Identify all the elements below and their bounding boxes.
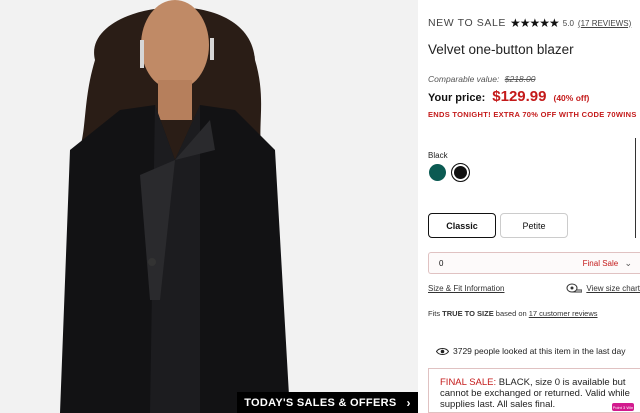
sales-offers-bar[interactable]: TODAY'S SALES & OFFERS › <box>237 392 418 413</box>
comparable-label: Comparable value: <box>428 74 500 84</box>
fit-petite-button[interactable]: Petite <box>500 213 568 238</box>
chat-badge[interactable]: Point 3 Win <box>612 403 634 411</box>
size-chart-label[interactable]: View size chart <box>586 284 640 293</box>
rating-value: 5.0 <box>562 18 574 28</box>
price-row: Your price: $129.99 (40% off) <box>428 88 589 105</box>
viewers-notice: 3729 people looked at this item in the l… <box>436 346 625 356</box>
selected-color-name: Black <box>428 151 448 160</box>
star-rating-icon: ★★★★★ <box>509 16 560 30</box>
true-to-size-label: TRUE TO SIZE <box>442 309 494 318</box>
chevron-right-icon: › <box>406 395 411 410</box>
badge-rating-row: NEW TO SALE ★★★★★ 5.0 (17 REVIEWS) <box>428 16 631 30</box>
fit-classic-button[interactable]: Classic <box>428 213 496 238</box>
comparable-price: $218.00 <box>504 74 536 84</box>
color-swatch-green[interactable] <box>429 164 446 181</box>
viewers-text: 3729 people looked at this item in the l… <box>453 346 626 356</box>
fits-middle: based on <box>493 309 529 318</box>
product-photo <box>0 0 418 413</box>
size-chart-link[interactable]: View size chart <box>566 283 640 293</box>
final-sale-label: FINAL SALE: <box>440 377 497 388</box>
size-value: 0 <box>439 258 444 268</box>
price-label: Your price: <box>428 92 486 104</box>
size-fit-info-link[interactable]: Size & Fit Information <box>428 284 504 293</box>
fits-prefix: Fits <box>428 309 443 318</box>
product-info-panel: NEW TO SALE ★★★★★ 5.0 (17 REVIEWS) Velve… <box>418 0 640 413</box>
reviews-link[interactable]: (17 REVIEWS) <box>578 19 631 28</box>
final-sale-status: Final Sale <box>582 258 619 268</box>
customer-reviews-link[interactable]: 17 customer reviews <box>529 309 598 318</box>
color-swatch-black[interactable] <box>451 163 470 182</box>
promo-code-text: ENDS TONIGHT! EXTRA 70% OFF WITH CODE 70… <box>428 110 637 119</box>
size-select[interactable]: 0 Final Sale ⌄ <box>428 252 640 274</box>
eye-icon <box>436 347 449 355</box>
new-to-sale-badge: NEW TO SALE <box>428 17 506 29</box>
sales-offers-label: TODAY'S SALES & OFFERS <box>244 396 397 409</box>
product-title: Velvet one-button blazer <box>428 42 574 57</box>
comparable-value: Comparable value: $218.00 <box>428 74 535 84</box>
discount-percent: (40% off) <box>553 93 590 103</box>
tape-measure-icon <box>566 283 583 293</box>
side-feedback-tab[interactable] <box>635 138 640 238</box>
sale-price: $129.99 <box>492 88 547 105</box>
fit-summary: Fits TRUE TO SIZE based on 17 customer r… <box>428 309 598 318</box>
chevron-down-icon: ⌄ <box>624 257 632 268</box>
final-sale-notice: FINAL SALE: BLACK, size 0 is available b… <box>428 368 640 413</box>
size-links: Size & Fit Information View size chart <box>428 283 640 293</box>
